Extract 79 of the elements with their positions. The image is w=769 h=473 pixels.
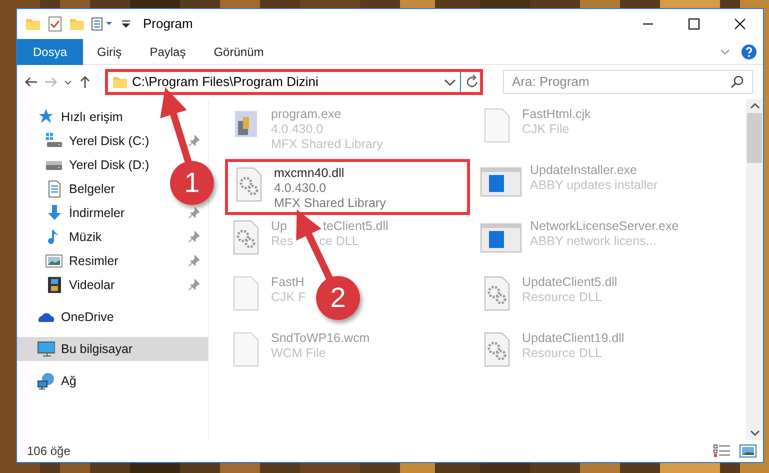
file-detail: ABBY network licens... (530, 234, 658, 249)
file-detail: Resource DLL (522, 346, 603, 361)
sidebar-item[interactable]: Belgeler (17, 177, 121, 201)
file-detail: WCM File (271, 346, 327, 361)
checklist-icon[interactable] (47, 16, 63, 32)
file-name: UpdateClient5.dll (522, 275, 618, 290)
file-name: UpdateClient19.dll (522, 331, 624, 346)
help-icon[interactable] (741, 44, 757, 60)
sidebar-label: Bu bilgisayar (61, 340, 133, 358)
drive-icon (45, 132, 63, 150)
picture-icon (45, 252, 63, 270)
file-name: NetworkLicenseServer.exe (530, 219, 679, 234)
folder-icon (112, 74, 128, 90)
file-name: Up (271, 219, 287, 234)
close-icon (734, 18, 746, 30)
search-icon[interactable] (730, 75, 744, 89)
pin-icon[interactable] (188, 207, 200, 219)
maximize-icon (688, 18, 700, 30)
pin-icon[interactable] (188, 135, 200, 147)
file-detail: ABBY updates installer (530, 178, 658, 193)
file-detail: ce DLL (319, 234, 359, 249)
refresh-icon[interactable] (464, 74, 480, 90)
search-box[interactable]: Ara: Program (503, 70, 753, 94)
file-name: mxcmn40.dll (274, 166, 346, 181)
file-detail: 4.0.430.0 (274, 181, 328, 196)
details-view-icon[interactable] (713, 444, 731, 458)
download-icon (45, 204, 63, 222)
pin-icon[interactable] (188, 255, 200, 267)
pin-icon[interactable] (188, 231, 200, 243)
monitor-icon (37, 340, 55, 358)
sidebar-label: OneDrive (61, 308, 114, 326)
ribbon-tab[interactable]: Giriş (83, 38, 136, 64)
file-detail: 4.0.430.0 (271, 122, 324, 137)
file-name: FastH (271, 275, 306, 290)
sidebar-label: Yerel Disk (D:) (69, 156, 150, 174)
sidebar-label: Videolar (69, 276, 115, 294)
scroll-thumb[interactable] (747, 113, 762, 163)
file-name: SndToWP16.wcm (271, 331, 370, 346)
sidebar-label: Müzik (69, 228, 102, 246)
file-detail: Resource DLL (522, 290, 603, 305)
large-icons-view-icon[interactable] (739, 444, 757, 458)
file-name: UpdateInstaller.exe (530, 163, 638, 178)
window-title: Program (143, 15, 193, 34)
sidebar-item[interactable]: Bu bilgisayar (17, 337, 208, 361)
film-icon (45, 276, 63, 294)
sidebar-label: Resimler (69, 252, 118, 270)
sidebar-item[interactable]: Ağ (17, 369, 82, 393)
scrollbar[interactable] (746, 99, 763, 440)
sidebar-item[interactable]: Yerel Disk (C:) (17, 129, 208, 153)
file-detail: Res (271, 234, 294, 249)
file-name: FastHtml.cjk (522, 107, 591, 122)
file-item[interactable]: mxcmn40.dll 4.0.430.0 MFX Shared Library (225, 159, 470, 215)
sidebar-item[interactable]: Hızlı erişim (17, 105, 129, 129)
network-icon (37, 372, 55, 390)
file-detail: CJK F (271, 290, 306, 305)
file-detail: MFX Shared Library (274, 196, 386, 211)
ribbon-tab[interactable]: Dosya (17, 38, 84, 64)
properties-icon[interactable] (91, 16, 115, 32)
sidebar-item[interactable]: Yerel Disk (D:) (17, 153, 156, 177)
sidebar-item[interactable]: OneDrive (17, 305, 120, 329)
sidebar-item[interactable]: Müzik (17, 225, 208, 249)
file-name: teClient5.dll (322, 219, 388, 234)
ribbon-tab[interactable]: Görünüm (200, 38, 278, 64)
file-name: program.exe (271, 107, 342, 122)
file-detail: MFX Shared Library (271, 137, 383, 152)
item-count: 106 öğe (27, 443, 70, 460)
sidebar-label: Yerel Disk (C:) (69, 132, 150, 150)
sidebar-item[interactable]: Resimler (17, 249, 208, 273)
ribbon-tab[interactable]: Paylaş (136, 38, 200, 64)
star-icon (37, 108, 55, 126)
sidebar-item[interactable]: Videolar (17, 273, 208, 297)
pin-icon[interactable] (188, 279, 200, 291)
sidebar-label: Belgeler (69, 180, 115, 198)
sidebar-label: Hızlı erişim (61, 108, 123, 126)
sidebar-label: Ağ (61, 372, 76, 390)
address-bar[interactable]: C:\Program Files\Program Dizini (105, 69, 483, 95)
file-detail: CJK File (522, 122, 570, 137)
address-field[interactable]: C:\Program Files\Program Dizini (128, 72, 443, 92)
sidebar-label: İndirmeler (69, 204, 125, 222)
